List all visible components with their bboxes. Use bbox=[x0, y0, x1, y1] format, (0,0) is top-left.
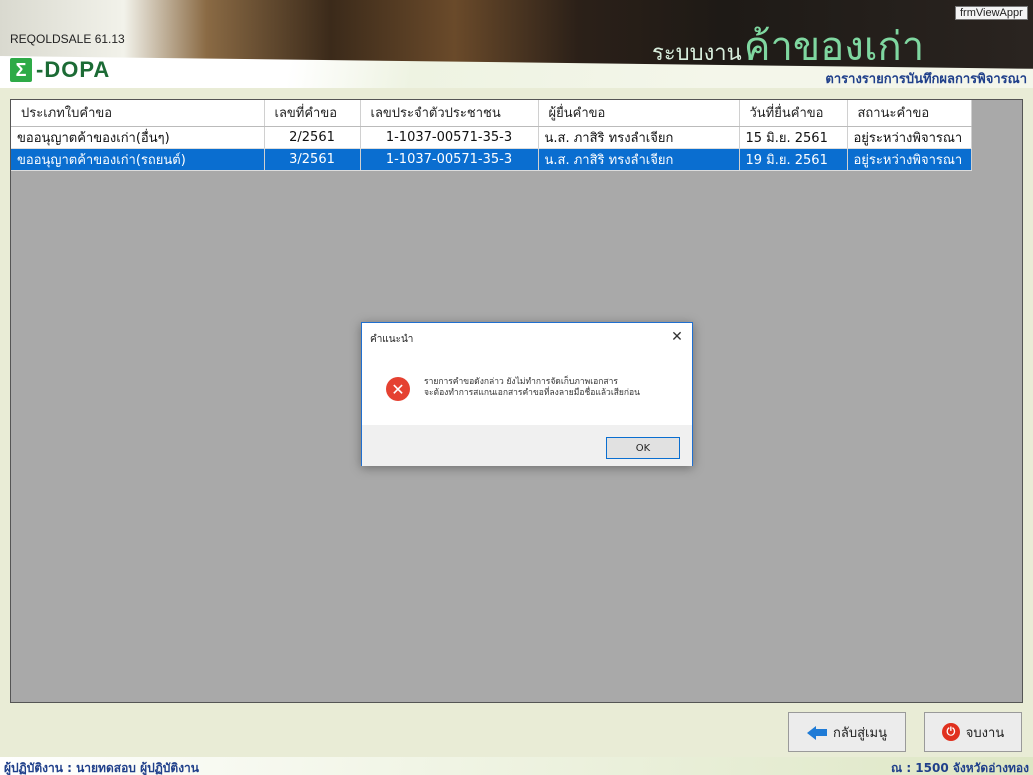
dopa-logo: Σ -DOPA bbox=[10, 56, 110, 84]
back-to-menu-button[interactable]: กลับสู่เมนู bbox=[788, 712, 906, 752]
request-table: ประเภทใบคำขอ เลขที่คำขอ เลขประจำตัวประชา… bbox=[11, 100, 972, 171]
table-row-selected[interactable]: ขออนุญาตค้าของเก่า(รถยนต์) 3/2561 1-1037… bbox=[11, 148, 972, 171]
cell-submit-date: 19 มิ.ย. 2561 bbox=[739, 148, 848, 171]
form-name-badge: frmViewAppr bbox=[955, 6, 1028, 20]
info-dialog: คำแนะนำ ✕ ✕ รายการคำขอดังกล่าว ยังไม่ทำก… bbox=[361, 322, 693, 466]
app-version: REQOLDSALE 61.13 bbox=[10, 32, 125, 46]
close-icon[interactable]: ✕ bbox=[662, 323, 692, 351]
status-operator: ผู้ปฏิบัติงาน : นายทดสอบ ผู้ปฏิบัติงาน bbox=[4, 761, 199, 775]
col-header-request-no[interactable]: เลขที่คำขอ bbox=[264, 100, 361, 127]
sigma-logo-icon: Σ bbox=[10, 58, 32, 82]
col-header-status[interactable]: สถานะคำขอ bbox=[847, 100, 972, 127]
back-button-label: กลับสู่เมนู bbox=[833, 725, 887, 741]
dialog-message-line2: จะต้องทำการสแกนเอกสารคำขอที่ลงลายมือชื่อ… bbox=[424, 388, 640, 398]
col-header-submit-date[interactable]: วันที่ยื่นคำขอ bbox=[739, 100, 848, 127]
col-header-citizen-id[interactable]: เลขประจำตัวประชาชน bbox=[360, 100, 539, 127]
ok-button[interactable]: OK bbox=[606, 437, 680, 459]
power-icon: ⏻ bbox=[941, 723, 960, 741]
exit-button[interactable]: ⏻ จบงาน bbox=[924, 712, 1022, 752]
cell-request-no: 3/2561 bbox=[264, 148, 361, 171]
cell-applicant: น.ส. ภาสิริ ทรงลำเจียก bbox=[538, 126, 740, 149]
cell-request-type: ขออนุญาตค้าของเก่า(รถยนต์) bbox=[11, 148, 265, 171]
table-header-row: ประเภทใบคำขอ เลขที่คำขอ เลขประจำตัวประชา… bbox=[11, 100, 972, 127]
cell-citizen-id: 1-1037-00571-35-3 bbox=[360, 126, 539, 149]
cell-applicant: น.ส. ภาสิริ ทรงลำเจียก bbox=[538, 148, 740, 171]
header-banner: REQOLDSALE 61.13 Σ -DOPA ระบบงาน ค้าของเ… bbox=[0, 0, 1033, 88]
cell-citizen-id: 1-1037-00571-35-3 bbox=[360, 148, 539, 171]
status-bar: ผู้ปฏิบัติงาน : นายทดสอบ ผู้ปฏิบัติงาน ณ… bbox=[0, 757, 1033, 775]
col-header-applicant[interactable]: ผู้ยื่นคำขอ bbox=[538, 100, 740, 127]
col-header-request-type[interactable]: ประเภทใบคำขอ bbox=[11, 100, 265, 127]
table-row[interactable]: ขออนุญาตค้าของเก่า(อื่นๆ) 2/2561 1-1037-… bbox=[11, 126, 972, 149]
cell-submit-date: 15 มิ.ย. 2561 bbox=[739, 126, 848, 149]
cell-request-no: 2/2561 bbox=[264, 126, 361, 149]
exit-button-label: จบงาน bbox=[965, 725, 1005, 741]
system-prefix: ระบบงาน bbox=[652, 41, 742, 66]
logo-text: -DOPA bbox=[36, 57, 111, 82]
status-location: ณ : 1500 จังหวัดอ่างทอง bbox=[891, 761, 1029, 775]
error-icon: ✕ bbox=[386, 377, 410, 401]
arrow-left-icon bbox=[807, 724, 828, 740]
dialog-message-line1: รายการคำขอดังกล่าว ยังไม่ทำการจัดเก็บภาพ… bbox=[424, 377, 618, 387]
page-subtitle: ตารางรายการบันทึกผลการพิจารณา bbox=[825, 72, 1027, 87]
cell-status: อยู่ระหว่างพิจารณา bbox=[847, 148, 972, 171]
cell-request-type: ขออนุญาตค้าของเก่า(อื่นๆ) bbox=[11, 126, 265, 149]
dialog-message: รายการคำขอดังกล่าว ยังไม่ทำการจัดเก็บภาพ… bbox=[424, 377, 640, 399]
dialog-title: คำแนะนำ bbox=[370, 334, 414, 345]
cell-status: อยู่ระหว่างพิจารณา bbox=[847, 126, 972, 149]
